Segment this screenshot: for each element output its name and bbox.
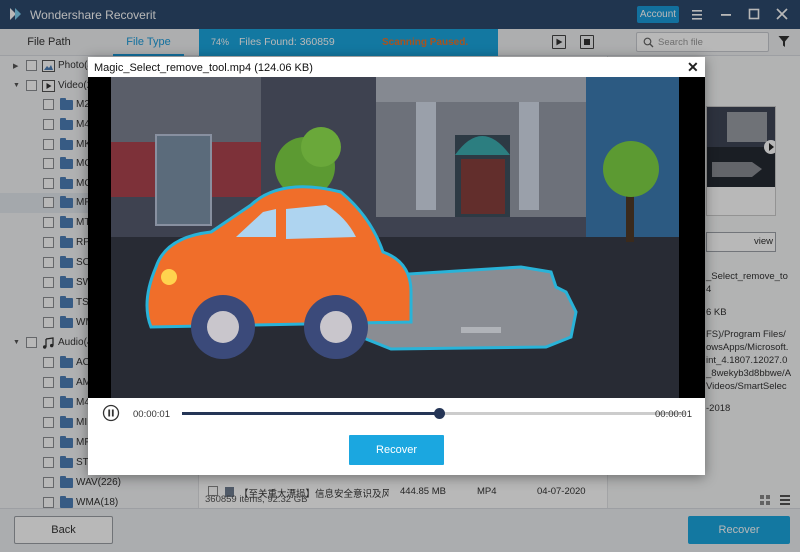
current-time: 00:00:01 xyxy=(133,409,170,420)
dialog-title: Magic_Select_remove_tool.mp4 (124.06 KB) xyxy=(94,62,313,74)
app-window: Wondershare Recoverit Account File Path … xyxy=(0,0,800,552)
video-frame xyxy=(111,77,679,398)
pause-icon[interactable] xyxy=(102,404,120,422)
total-time: 00:00:01 xyxy=(655,409,692,420)
seek-bar[interactable] xyxy=(182,408,686,419)
video-player[interactable] xyxy=(88,77,705,398)
video-preview-dialog: Magic_Select_remove_tool.mp4 (124.06 KB)… xyxy=(88,57,705,475)
seek-progress xyxy=(182,412,440,415)
dialog-recover-button[interactable]: Recover xyxy=(349,435,444,465)
close-icon[interactable]: ✕ xyxy=(687,59,699,76)
seek-handle[interactable] xyxy=(434,408,446,419)
